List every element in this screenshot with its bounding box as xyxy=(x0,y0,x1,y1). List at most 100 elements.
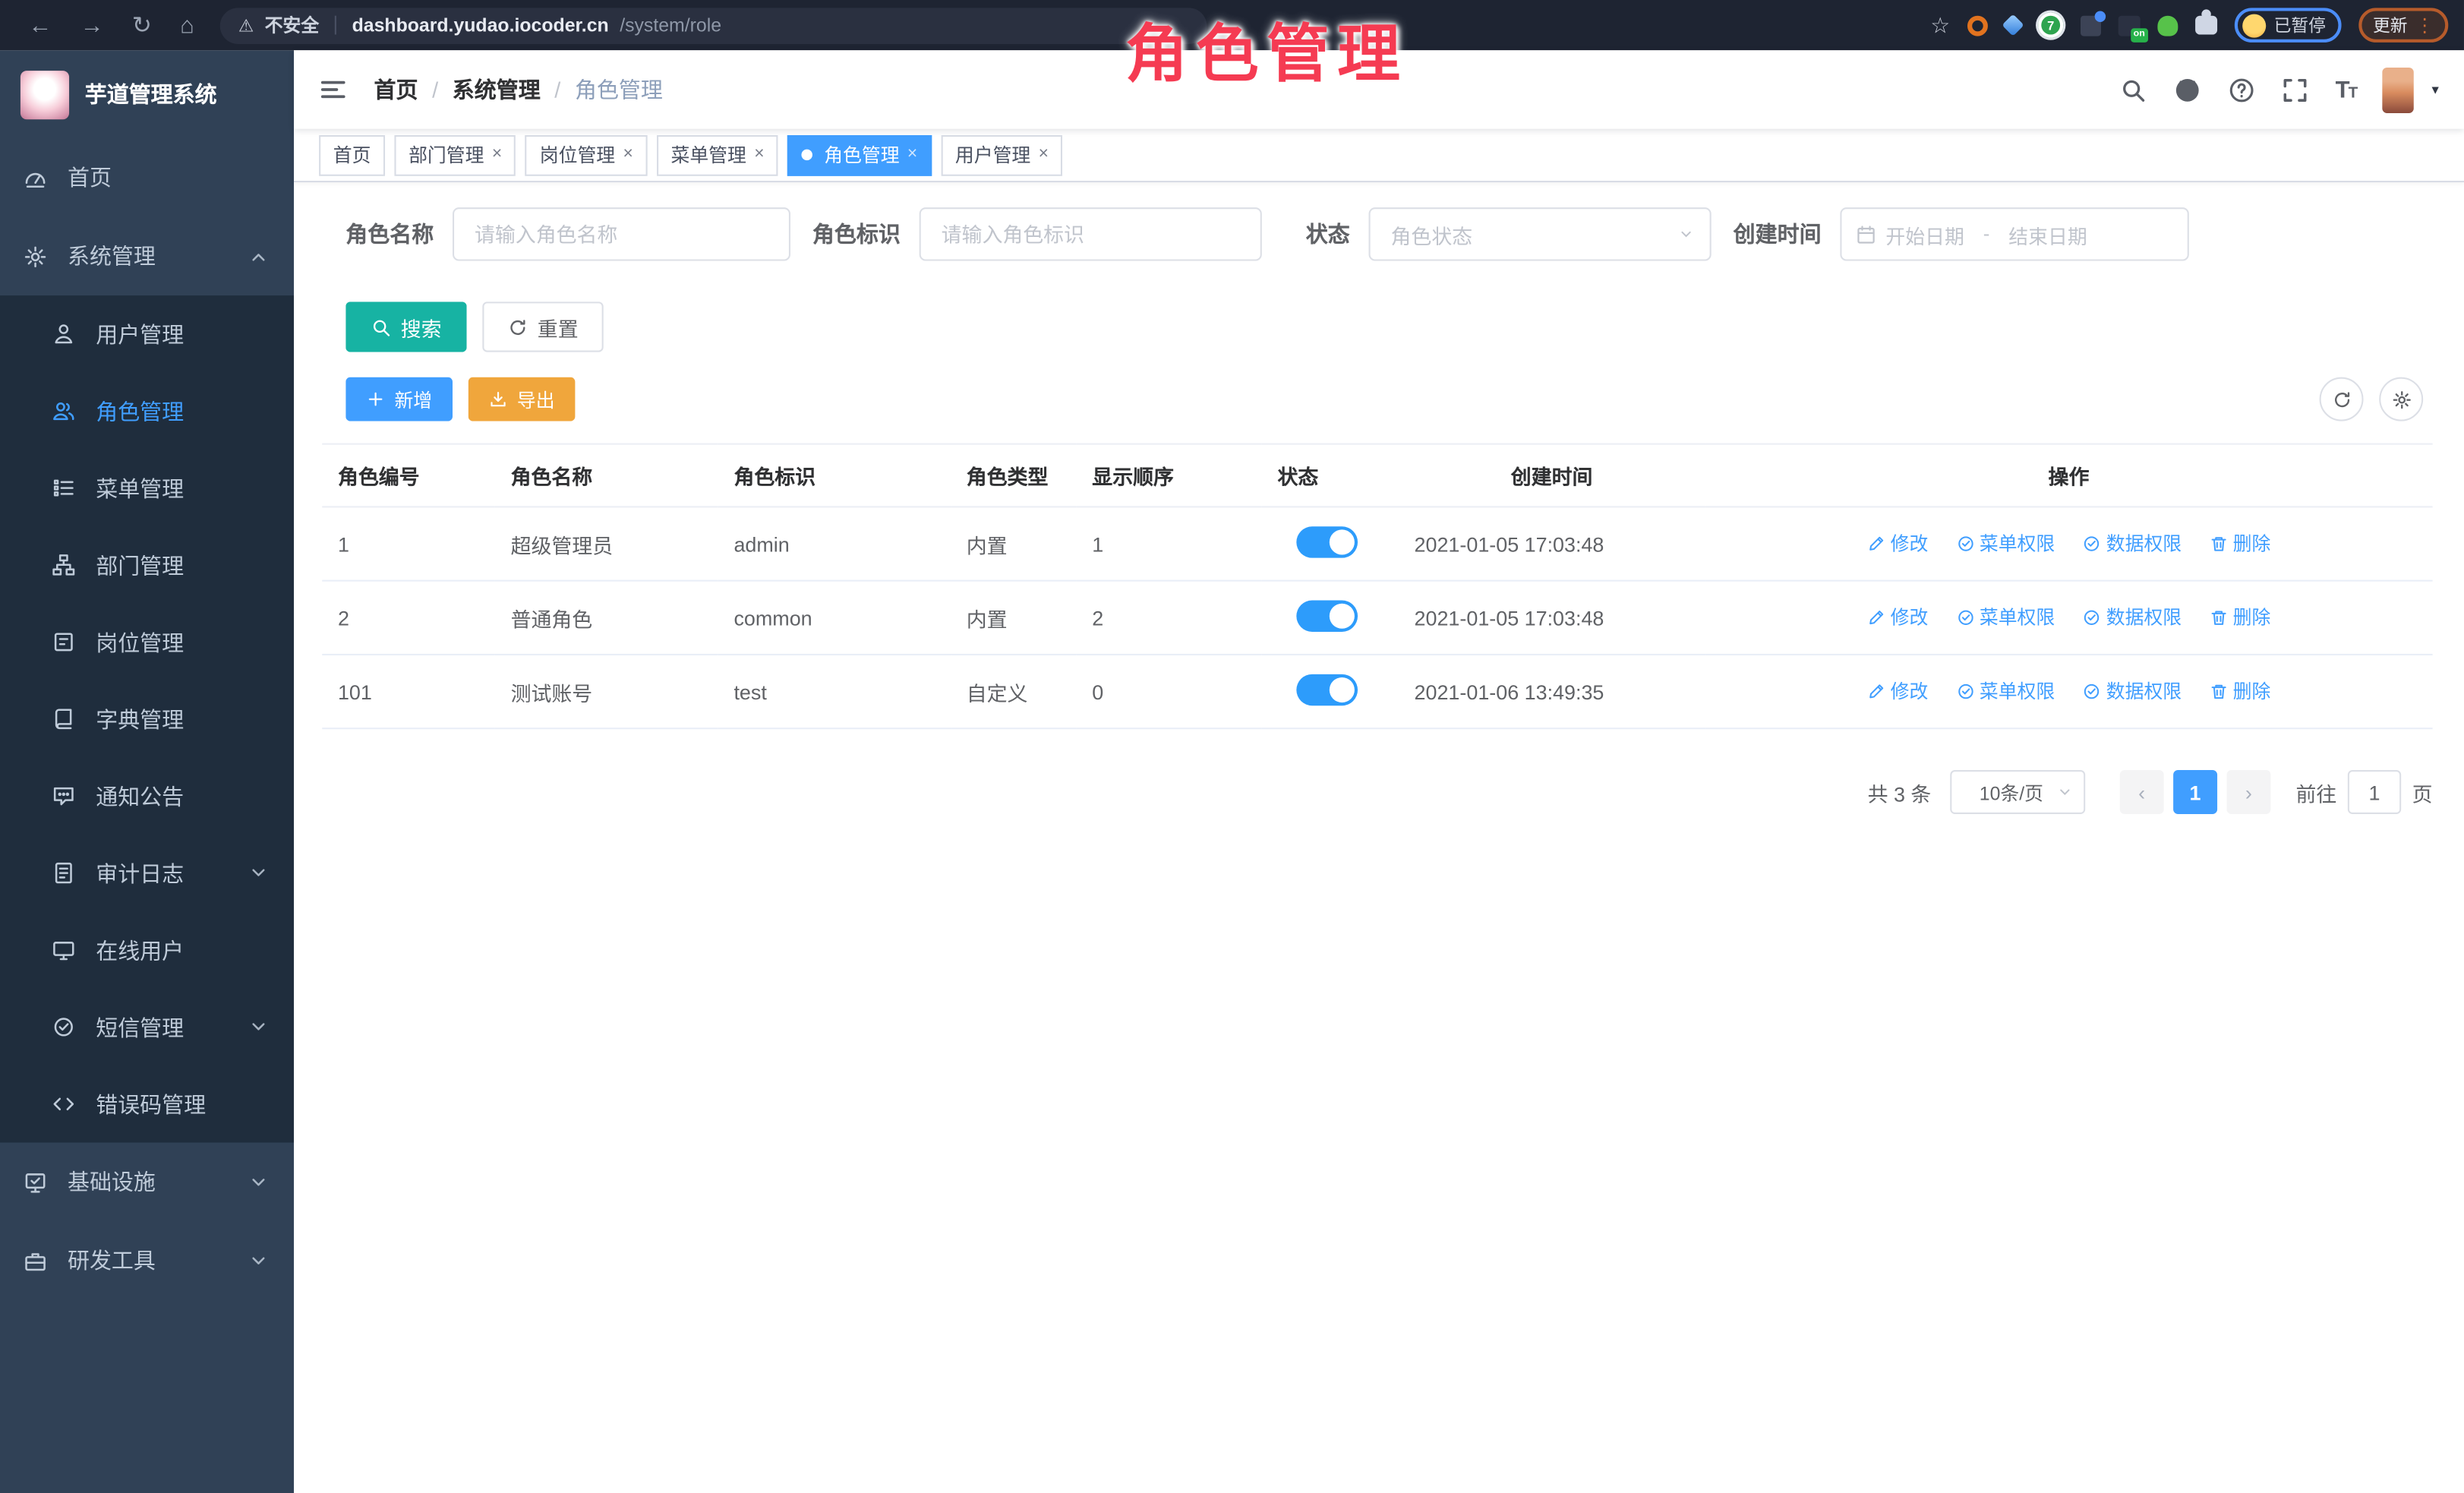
delete-button[interactable]: 删除 xyxy=(2210,530,2271,557)
menu-permission-button[interactable]: 菜单权限 xyxy=(1956,677,2055,704)
update-button[interactable]: 更新 ⋮ xyxy=(2358,8,2448,43)
cell-role-id: 1 xyxy=(322,507,495,580)
sidebar-item-system[interactable]: 系统管理 xyxy=(0,217,294,295)
goto-page-input[interactable] xyxy=(2348,770,2401,814)
delete-button[interactable]: 删除 xyxy=(2210,604,2271,630)
tab-users[interactable]: 用户管理× xyxy=(941,134,1062,175)
tab-home[interactable]: 首页 xyxy=(319,134,385,175)
status-select[interactable]: 角色状态 xyxy=(1369,207,1712,260)
tab-roles-active[interactable]: 角色管理× xyxy=(788,134,932,175)
sidebar-item-menus[interactable]: 菜单管理 xyxy=(0,450,294,526)
start-date-placeholder[interactable]: 开始日期 xyxy=(1885,219,1964,249)
header-actions: TT ▾ xyxy=(2120,67,2439,112)
browser-home-button[interactable]: ⌂ xyxy=(180,12,194,39)
status-toggle[interactable] xyxy=(1295,674,1357,705)
edit-button[interactable]: 修改 xyxy=(1867,677,1929,704)
extension-icon-orange-ring[interactable] xyxy=(1967,15,1988,36)
sidebar-item-dev-tools[interactable]: 研发工具 xyxy=(0,1221,294,1299)
sidebar-item-dictionary[interactable]: 字典管理 xyxy=(0,680,294,757)
avatar-caret-icon[interactable]: ▾ xyxy=(2431,81,2438,99)
tab-menus[interactable]: 菜单管理× xyxy=(657,134,778,175)
role-key-input[interactable] xyxy=(920,207,1262,260)
table-row: 1 超级管理员 admin 内置 1 2021-01-05 17:03:48 修… xyxy=(322,507,2432,580)
status-toggle[interactable] xyxy=(1295,600,1357,631)
delete-button[interactable]: 删除 xyxy=(2210,677,2271,704)
add-button[interactable]: 新增 xyxy=(345,377,453,421)
data-permission-button[interactable]: 数据权限 xyxy=(2083,604,2182,630)
data-permission-button[interactable]: 数据权限 xyxy=(2083,530,2182,557)
page-size-select[interactable]: 10条/页 xyxy=(1950,770,2085,814)
sidebar-item-roles[interactable]: 角色管理 xyxy=(0,372,294,449)
avatar[interactable] xyxy=(2383,67,2414,112)
tab-close-icon[interactable]: × xyxy=(492,146,502,163)
prev-page-button[interactable]: ‹ xyxy=(2120,770,2164,814)
tab-close-icon[interactable]: × xyxy=(623,146,633,163)
sidebar-logo[interactable]: 芋道管理系统 xyxy=(0,50,294,138)
sidebar-item-infrastructure[interactable]: 基础设施 xyxy=(0,1143,294,1221)
sidebar-item-posts[interactable]: 岗位管理 xyxy=(0,604,294,680)
page-content: 角色名称 角色标识 状态 角色状态 xyxy=(294,182,2464,1493)
menu-permission-button[interactable]: 菜单权限 xyxy=(1956,530,2055,557)
extensions-puzzle-icon[interactable] xyxy=(2195,16,2217,35)
next-page-button[interactable]: › xyxy=(2226,770,2270,814)
breadcrumb: 首页 / 系统管理 / 角色管理 xyxy=(374,74,663,105)
page-number-1[interactable]: 1 xyxy=(2173,770,2217,814)
sidebar-item-users[interactable]: 用户管理 xyxy=(0,295,294,372)
security-warning-icon: ⚠ xyxy=(238,15,254,36)
sidebar-item-error-codes[interactable]: 错误码管理 xyxy=(0,1065,294,1142)
tab-departments[interactable]: 部门管理× xyxy=(394,134,516,175)
export-button[interactable]: 导出 xyxy=(469,377,576,421)
font-size-icon[interactable]: TT xyxy=(2336,76,2356,103)
sidebar-item-notices[interactable]: 通知公告 xyxy=(0,757,294,834)
status-toggle[interactable] xyxy=(1295,526,1357,557)
extension-icon-blue-gem[interactable] xyxy=(2002,14,2024,36)
tab-close-icon[interactable]: × xyxy=(1039,146,1049,163)
edit-button[interactable]: 修改 xyxy=(1867,604,1929,630)
breadcrumb-home[interactable]: 首页 xyxy=(374,74,418,105)
extension-icon-grid[interactable] xyxy=(2081,15,2101,36)
browser-forward-button[interactable]: → xyxy=(80,12,104,39)
sidebar-item-audit-log[interactable]: 审计日志 xyxy=(0,835,294,911)
tab-close-icon[interactable]: × xyxy=(907,146,917,163)
column-settings-button[interactable] xyxy=(2379,377,2423,421)
bookmark-star-icon[interactable]: ☆ xyxy=(1930,12,1950,39)
chevron-down-icon xyxy=(247,861,270,885)
reset-button[interactable]: 重置 xyxy=(482,301,603,352)
monitor-icon xyxy=(52,938,75,961)
fullscreen-icon[interactable] xyxy=(2282,76,2308,103)
sidebar-item-label: 字典管理 xyxy=(96,703,184,734)
profile-paused-chip[interactable]: 已暂停 xyxy=(2235,8,2342,43)
menu-permission-button[interactable]: 菜单权限 xyxy=(1956,604,2055,630)
extension-icon-dark[interactable]: on xyxy=(2119,15,2141,36)
gear-icon xyxy=(24,245,47,268)
refresh-table-button[interactable] xyxy=(2320,377,2364,421)
edit-button[interactable]: 修改 xyxy=(1867,530,1929,557)
tab-posts[interactable]: 岗位管理× xyxy=(525,134,647,175)
pagination: 共 3 条 10条/页 ‹ 1 › 前往 页 xyxy=(322,770,2432,814)
sidebar-item-home[interactable]: 首页 xyxy=(0,138,294,216)
data-permission-button[interactable]: 数据权限 xyxy=(2083,677,2182,704)
gear-icon xyxy=(2391,389,2412,409)
tab-close-icon[interactable]: × xyxy=(754,146,764,163)
search-icon[interactable] xyxy=(2120,76,2147,103)
sidebar-item-online-users[interactable]: 在线用户 xyxy=(0,911,294,988)
search-button[interactable]: 搜索 xyxy=(345,301,466,352)
date-range-picker[interactable]: 开始日期 - 结束日期 xyxy=(1840,207,2188,260)
list-icon xyxy=(52,476,75,500)
role-name-input[interactable] xyxy=(453,207,790,260)
sidebar-item-departments[interactable]: 部门管理 xyxy=(0,526,294,603)
table-row: 2 普通角色 common 内置 2 2021-01-05 17:03:48 修… xyxy=(322,581,2432,655)
browser-back-button[interactable]: ← xyxy=(28,12,52,39)
extension-icon-green-badge[interactable]: 7 xyxy=(2038,13,2063,38)
address-bar[interactable]: ⚠ 不安全 dashboard.yudao.iocoder.cn /system… xyxy=(219,7,1207,43)
github-icon[interactable] xyxy=(2174,75,2202,103)
sidebar-collapse-button[interactable] xyxy=(319,75,347,103)
extension-icon-alien[interactable] xyxy=(2157,15,2178,36)
breadcrumb-system[interactable]: 系统管理 xyxy=(453,74,541,105)
browser-reload-button[interactable]: ↻ xyxy=(132,11,152,39)
sidebar-item-sms[interactable]: 短信管理 xyxy=(0,989,294,1065)
end-date-placeholder[interactable]: 结束日期 xyxy=(2008,219,2087,249)
app-logo-image xyxy=(21,70,69,118)
chevron-up-icon xyxy=(247,245,270,268)
help-icon[interactable] xyxy=(2229,76,2255,103)
